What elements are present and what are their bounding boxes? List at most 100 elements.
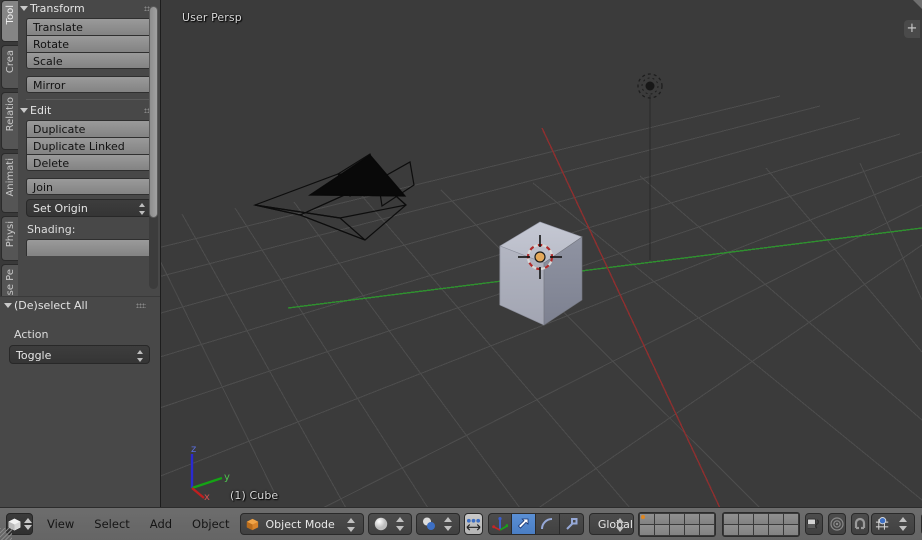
scene-layers-block-1 [637, 511, 716, 537]
chevron-down-icon [4, 303, 12, 308]
tab-create-label: Crea [5, 50, 16, 74]
pivot-point-selector[interactable] [415, 513, 460, 535]
delete-button[interactable]: Delete [26, 154, 152, 171]
panel-edit-header[interactable]: Edit [18, 102, 160, 120]
action-value: Toggle [16, 349, 52, 362]
layer-cell[interactable] [669, 524, 684, 535]
layer-cell[interactable] [684, 513, 699, 524]
set-origin-label: Set Origin [33, 202, 88, 215]
layer-cell[interactable] [768, 513, 783, 524]
transform-orientation-selector[interactable]: Global [588, 513, 634, 535]
layer-cell[interactable] [684, 524, 699, 535]
join-button[interactable]: Join [26, 178, 152, 195]
tab-tool-label: Tool [5, 5, 16, 25]
viewport-scene [160, 0, 922, 508]
gizmo-z-label: z [191, 444, 196, 455]
manipulator-toggle-icon [492, 517, 508, 531]
snap-target-selector[interactable] [870, 513, 915, 535]
chevron-updown-icon [137, 350, 144, 362]
proportional-edit-button[interactable] [827, 513, 846, 535]
menu-select[interactable]: Select [84, 511, 139, 537]
viewport-corner-handle[interactable] [913, 0, 922, 9]
tab-relations-label: Relatio [5, 97, 16, 132]
panel-transform: Transform Translate Rotate Scale Mirror [18, 0, 160, 93]
layer-cell[interactable] [783, 513, 798, 524]
layer-cell[interactable] [639, 524, 654, 535]
manipulator-group [487, 513, 584, 535]
panel-grip-icon[interactable] [136, 303, 146, 308]
layer-cell[interactable] [753, 524, 768, 535]
chevron-updown-icon [395, 517, 405, 531]
menu-view[interactable]: View [37, 511, 84, 537]
manipulator-translate-button[interactable] [511, 513, 536, 535]
layer-cell[interactable] [768, 524, 783, 535]
shading-sublabel: Shading: [27, 223, 76, 236]
layer-cell[interactable] [753, 513, 768, 524]
layer-cell[interactable] [654, 524, 669, 535]
manipulator-rotate-icon [541, 518, 553, 530]
layer-cell[interactable] [738, 513, 753, 524]
action-dropdown[interactable]: Toggle [9, 345, 150, 364]
panel-transform-header[interactable]: Transform [18, 0, 160, 18]
pivot-point-icon [422, 517, 435, 530]
manipulator-scale-button[interactable] [559, 513, 584, 535]
tab-physics-label: Physi [5, 221, 16, 248]
lock-scene-to-object-icon [806, 518, 819, 529]
manipulator-rotate-button[interactable] [535, 513, 560, 535]
tab-create[interactable]: Crea [1, 45, 18, 89]
duplicate-linked-button[interactable]: Duplicate Linked [26, 137, 152, 154]
duplicate-button[interactable]: Duplicate [26, 120, 152, 137]
layer-cell[interactable] [738, 524, 753, 535]
layer-cell[interactable] [783, 524, 798, 535]
shading-smooth-button[interactable] [26, 239, 152, 256]
panel-divider [26, 99, 152, 100]
manipulate-center-points-icon [466, 518, 481, 531]
menu-add[interactable]: Add [140, 511, 182, 537]
tab-relations[interactable]: Relatio [1, 92, 18, 150]
viewport-shading-solid-icon [374, 517, 388, 531]
layer-cell[interactable] [654, 513, 669, 524]
chevron-down-icon [20, 108, 28, 113]
translate-button[interactable]: Translate [26, 18, 152, 35]
tab-physics[interactable]: Physi [1, 216, 18, 261]
3d-viewport[interactable]: User Persp (1) Cube z y x + [160, 0, 922, 508]
tab-animation-label: Animati [5, 158, 16, 197]
tool-panel-scrollbar[interactable] [149, 6, 158, 289]
snap-target-icon [875, 517, 889, 530]
layer-cell[interactable] [639, 513, 654, 524]
tab-tool[interactable]: Tool [1, 0, 18, 42]
interaction-mode-selector[interactable]: Object Mode [239, 513, 364, 535]
layer-cell[interactable] [699, 524, 714, 535]
chevron-updown-icon [898, 517, 908, 531]
viewport-add-tab-button[interactable]: + [904, 20, 920, 38]
mirror-button[interactable]: Mirror [26, 76, 152, 93]
tab-animation[interactable]: Animati [1, 153, 18, 213]
chevron-updown-icon [346, 518, 356, 532]
layer-cell[interactable] [669, 513, 684, 524]
layer-cell[interactable] [723, 524, 738, 535]
menu-object[interactable]: Object [182, 511, 239, 537]
panel-deselect-all-header[interactable]: (De)select All [0, 297, 160, 315]
tool-panel-scroll-thumb[interactable] [149, 6, 158, 218]
manipulator-translate-icon [518, 518, 529, 529]
snap-magnet-icon [854, 517, 866, 530]
viewport-shading-selector[interactable] [367, 513, 412, 535]
lock-scene-to-object-button[interactable] [804, 513, 823, 535]
layer-cell[interactable] [723, 513, 738, 524]
scale-button[interactable]: Scale [26, 52, 152, 69]
chevron-down-icon [20, 6, 28, 11]
rotate-button[interactable]: Rotate [26, 35, 152, 52]
panel-deselect-all: (De)select All Action Toggle [0, 296, 160, 509]
manipulator-toggle-button[interactable] [487, 513, 512, 535]
object-mode-cube-icon [246, 518, 258, 530]
align-to-transform-toggle[interactable] [463, 513, 483, 535]
header-corner-handle[interactable] [0, 528, 12, 540]
snap-toggle-button[interactable] [850, 513, 869, 535]
viewport-perspective-label: User Persp [182, 11, 242, 24]
gizmo-y-label: y [224, 472, 230, 483]
set-origin-dropdown[interactable]: Set Origin [26, 199, 152, 217]
proportional-edit-icon [830, 517, 844, 531]
layer-cell[interactable] [699, 513, 714, 524]
blender-window: User Persp (1) Cube z y x + Tool Crea Re… [0, 0, 922, 540]
panel-deselect-all-title: (De)select All [14, 299, 88, 312]
